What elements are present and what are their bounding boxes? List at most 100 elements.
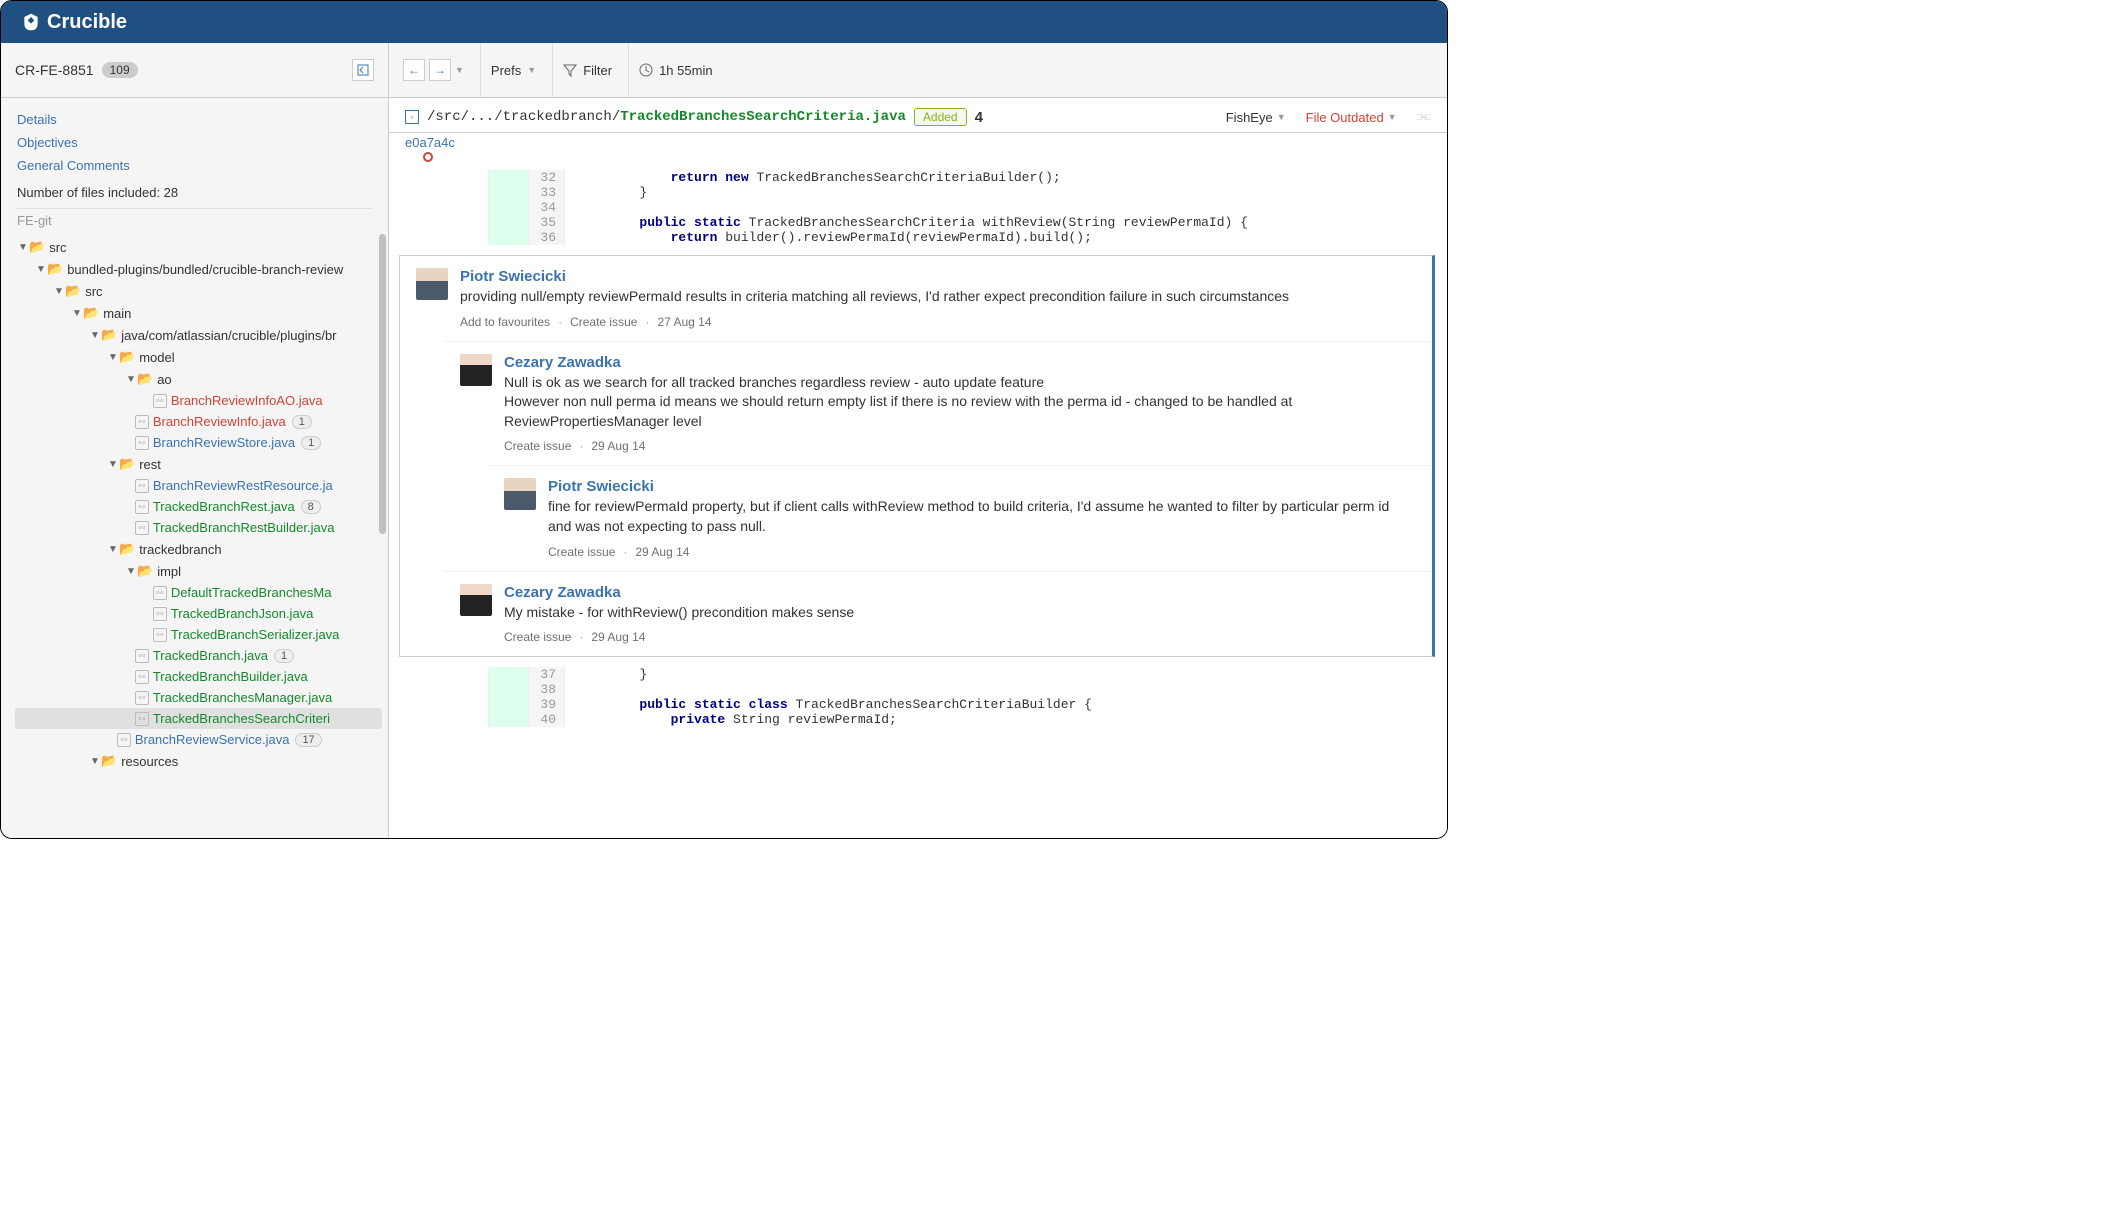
tree-file-trackedbranchessearchcriteri[interactable]: ◦◦TrackedBranchesSearchCriteri xyxy=(15,708,382,729)
create-issue-link[interactable]: Create issue xyxy=(504,630,571,644)
tree-scrollbar[interactable] xyxy=(379,234,386,534)
code-line[interactable]: 37 } xyxy=(389,667,1447,682)
folder-icon: 📂 xyxy=(101,753,117,769)
code-line[interactable]: 32 return new TrackedBranchesSearchCrite… xyxy=(389,170,1447,185)
file-path[interactable]: /src/.../trackedbranch/TrackedBranchesSe… xyxy=(427,109,906,125)
commit-hash[interactable]: e0a7a4c xyxy=(405,135,455,150)
collapse-icon xyxy=(357,64,369,76)
tree-file-trackedbranchserializer[interactable]: ◦◦TrackedBranchSerializer.java xyxy=(15,624,382,645)
comment-date: 29 Aug 14 xyxy=(591,630,645,644)
file-icon: ◦◦ xyxy=(135,521,149,535)
fisheye-dropdown[interactable]: FishEye▼ xyxy=(1226,110,1286,125)
create-issue-link[interactable]: Create issue xyxy=(548,545,615,559)
file-icon: ◦◦ xyxy=(153,586,167,600)
tree-folder-java[interactable]: ▼📂java/com/atlassian/crucible/plugins/br xyxy=(15,324,382,346)
sidebar-nav: Details Objectives General Comments xyxy=(1,98,388,181)
tree-file-branchreviewstore[interactable]: ◦◦BranchReviewStore.java1 xyxy=(15,432,382,453)
code-line[interactable]: 34 xyxy=(389,200,1447,215)
nav-dropdown[interactable]: ▼ xyxy=(455,65,464,75)
file-badge: 17 xyxy=(295,733,321,747)
file-outdated-dropdown[interactable]: File Outdated▼ xyxy=(1306,110,1397,125)
nav-general-comments[interactable]: General Comments xyxy=(17,154,372,177)
file-icon: ◦◦ xyxy=(117,733,131,747)
file-icon: ◦◦ xyxy=(135,649,149,663)
tree-file-trackedbranchbuilder[interactable]: ◦◦TrackedBranchBuilder.java xyxy=(15,666,382,687)
file-badge: 8 xyxy=(301,500,321,514)
tree-folder-src[interactable]: ▼📂src xyxy=(15,236,382,258)
file-icon: ◦◦ xyxy=(135,670,149,684)
file-header: ◦ /src/.../trackedbranch/TrackedBranches… xyxy=(389,98,1447,133)
comment-author[interactable]: Piotr Swiecicki xyxy=(548,478,1416,495)
create-issue-link[interactable]: Create issue xyxy=(570,315,637,329)
tree-folder-bundled[interactable]: ▼📂bundled-plugins/bundled/crucible-branc… xyxy=(15,258,382,280)
avatar[interactable] xyxy=(460,584,492,616)
code-line[interactable]: 33 } xyxy=(389,185,1447,200)
comment-date: 29 Aug 14 xyxy=(635,545,689,559)
tree-folder-src2[interactable]: ▼📂src xyxy=(15,280,382,302)
tree-folder-model[interactable]: ▼📂model xyxy=(15,346,382,368)
tree-file-trackedbranchesmanager[interactable]: ◦◦TrackedBranchesManager.java xyxy=(15,687,382,708)
app-name: Crucible xyxy=(47,11,127,34)
file-tree: ▼📂src ▼📂bundled-plugins/bundled/crucible… xyxy=(1,234,388,838)
folder-icon: 📂 xyxy=(119,541,135,557)
filter-icon xyxy=(563,63,577,77)
arrow-right-icon: → xyxy=(434,63,446,77)
app-logo[interactable]: Crucible xyxy=(21,11,127,34)
tree-folder-ao[interactable]: ▼📂ao xyxy=(15,368,382,390)
commit-row: e0a7a4c xyxy=(389,133,1447,170)
tree-file-branchreviewservice[interactable]: ◦◦BranchReviewService.java17 xyxy=(15,729,382,750)
code-line[interactable]: 35 public static TrackedBranchesSearchCr… xyxy=(389,215,1447,230)
add-favourites-link[interactable]: Add to favourites xyxy=(460,315,550,329)
avatar[interactable] xyxy=(460,354,492,386)
file-icon: ◦◦ xyxy=(153,607,167,621)
folder-icon: 📂 xyxy=(83,305,99,321)
code-line[interactable]: 39 public static class TrackedBranchesSe… xyxy=(389,697,1447,712)
code-line[interactable]: 40 private String reviewPermaId; xyxy=(389,712,1447,727)
folder-icon: 📂 xyxy=(119,349,135,365)
tree-folder-resources[interactable]: ▼📂resources xyxy=(15,750,382,772)
next-file-button[interactable]: → xyxy=(429,59,451,81)
tree-file-trackedbranchrest[interactable]: ◦◦TrackedBranchRest.java8 xyxy=(15,496,382,517)
folder-icon: 📂 xyxy=(29,239,45,255)
code-line[interactable]: 36 return builder().reviewPermaId(review… xyxy=(389,230,1447,245)
collapse-sidebar-button[interactable] xyxy=(352,59,374,81)
tree-file-branchreviewinfo[interactable]: ◦◦BranchReviewInfo.java1 xyxy=(15,411,382,432)
tree-folder-main[interactable]: ▼📂main xyxy=(15,302,382,324)
commit-marker-icon xyxy=(423,152,433,162)
tree-folder-rest[interactable]: ▼📂rest xyxy=(15,453,382,475)
folder-icon: 📂 xyxy=(47,261,63,277)
main-content: ← → ▼ Prefs▼ Filter 1h 55min xyxy=(389,43,1447,838)
avatar[interactable] xyxy=(416,268,448,300)
time-spent[interactable]: 1h 55min xyxy=(639,63,712,78)
tree-folder-trackedbranch[interactable]: ▼📂trackedbranch xyxy=(15,538,382,560)
tree-file-defaulttrackedbranchesma[interactable]: ◦◦DefaultTrackedBranchesMa xyxy=(15,582,382,603)
tree-file-branchreviewinfoao[interactable]: ◦◦BranchReviewInfoAO.java xyxy=(15,390,382,411)
tree-folder-impl[interactable]: ▼📂impl xyxy=(15,560,382,582)
link-icon[interactable]: ⫘ xyxy=(1417,108,1431,126)
crucible-icon xyxy=(21,12,41,32)
review-id[interactable]: CR-FE-8851 109 xyxy=(15,62,138,78)
avatar[interactable] xyxy=(504,478,536,510)
folder-icon: 📂 xyxy=(137,563,153,579)
folder-icon: 📂 xyxy=(101,327,117,343)
nav-objectives[interactable]: Objectives xyxy=(17,131,372,154)
filter-button[interactable]: Filter xyxy=(563,63,612,78)
tree-file-branchreviewrestresource[interactable]: ◦◦BranchReviewRestResource.ja xyxy=(15,475,382,496)
nav-details[interactable]: Details xyxy=(17,108,372,131)
tree-file-trackedbranchjson[interactable]: ◦◦TrackedBranchJson.java xyxy=(15,603,382,624)
prefs-button[interactable]: Prefs▼ xyxy=(491,63,536,78)
comment-author[interactable]: Cezary Zawadka xyxy=(504,354,1416,371)
code-line[interactable]: 38 xyxy=(389,682,1447,697)
file-icon: ◦ xyxy=(405,110,419,124)
tree-file-trackedbranchrestbuilder[interactable]: ◦◦TrackedBranchRestBuilder.java xyxy=(15,517,382,538)
comment-author[interactable]: Cezary Zawadka xyxy=(504,584,1416,601)
tree-file-trackedbranch[interactable]: ◦◦TrackedBranch.java1 xyxy=(15,645,382,666)
comment-author[interactable]: Piotr Swiecicki xyxy=(460,268,1416,285)
comment-text: fine for reviewPermaId property, but if … xyxy=(548,497,1416,536)
create-issue-link[interactable]: Create issue xyxy=(504,439,571,453)
prev-file-button[interactable]: ← xyxy=(403,59,425,81)
topbar: Crucible xyxy=(1,1,1447,43)
comment-date: 27 Aug 14 xyxy=(657,315,711,329)
arrow-left-icon: ← xyxy=(408,63,420,77)
caret-down-icon: ▼ xyxy=(1277,112,1286,122)
